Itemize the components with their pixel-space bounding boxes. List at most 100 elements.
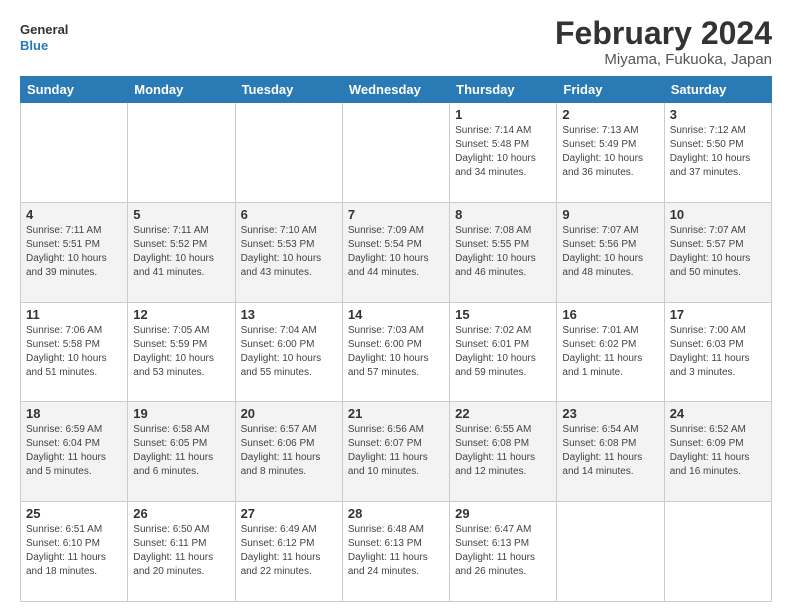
calendar-table: SundayMondayTuesdayWednesdayThursdayFrid…: [20, 76, 772, 602]
calendar-cell: [21, 103, 128, 203]
calendar-cell: 24Sunrise: 6:52 AMSunset: 6:09 PMDayligh…: [664, 402, 771, 502]
logo-svg: General Blue: [20, 16, 70, 60]
day-info: Sunrise: 6:54 AMSunset: 6:08 PMDaylight:…: [562, 423, 658, 479]
calendar-cell: 13 Sunrise: 7:04 AMSunset: 6:00 PMDayligh…: [235, 302, 342, 402]
day-number: 7: [348, 207, 444, 222]
calendar-cell: 2 Sunrise: 7:13 AMSunset: 5:49 PMDaylight…: [557, 103, 664, 203]
calendar-cell: 15 Sunrise: 7:02 AMSunset: 6:01 PMDayligh…: [450, 302, 557, 402]
calendar-cell: 27 Sunrise: 6:49 AMSunset: 6:12 PMDayligh…: [235, 502, 342, 602]
day-info: Sunrise: 6:47 AMSunset: 6:13 PMDaylight:…: [455, 523, 551, 579]
calendar-cell: 1 Sunrise: 7:14 AMSunset: 5:48 PMDaylight…: [450, 103, 557, 203]
calendar-cell: 22 Sunrise: 6:55 AMSunset: 6:08 PMDayligh…: [450, 402, 557, 502]
day-info: Sunrise: 7:00 AMSunset: 6:03 PMDaylight:…: [670, 324, 766, 380]
day-info: Sunrise: 6:50 AMSunset: 6:11 PMDaylight:…: [133, 523, 229, 579]
day-number: 23: [562, 406, 658, 421]
day-info: Sunrise: 7:01 AMSunset: 6:02 PMDaylight:…: [562, 324, 658, 380]
day-number: 11: [26, 307, 122, 322]
day-number: 14: [348, 307, 444, 322]
day-number: 18: [26, 406, 122, 421]
day-info: Sunrise: 7:11 AMSunset: 5:51 PMDaylight:…: [26, 224, 122, 280]
day-number: 20: [241, 406, 337, 421]
day-info: Sunrise: 7:06 AMSunset: 5:58 PMDaylight:…: [26, 324, 122, 380]
weekday-header: Monday: [128, 77, 235, 103]
calendar-cell: [664, 502, 771, 602]
calendar-cell: 3Sunrise: 7:12 AMSunset: 5:50 PMDaylight…: [664, 103, 771, 203]
day-info: Sunrise: 7:13 AMSunset: 5:49 PMDaylight:…: [562, 124, 658, 180]
weekday-header: Thursday: [450, 77, 557, 103]
title-block: February 2024 Miyama, Fukuoka, Japan: [555, 16, 772, 68]
calendar-cell: 5 Sunrise: 7:11 AMSunset: 5:52 PMDaylight…: [128, 202, 235, 302]
day-number: 15: [455, 307, 551, 322]
day-info: Sunrise: 6:51 AMSunset: 6:10 PMDaylight:…: [26, 523, 122, 579]
day-info: Sunrise: 7:11 AMSunset: 5:52 PMDaylight:…: [133, 224, 229, 280]
weekday-header-row: SundayMondayTuesdayWednesdayThursdayFrid…: [21, 77, 772, 103]
day-number: 5: [133, 207, 229, 222]
day-number: 12: [133, 307, 229, 322]
calendar-cell: [557, 502, 664, 602]
calendar-cell: 10 Sunrise: 7:07 AMSunset: 5:57 PMDayligh…: [664, 202, 771, 302]
calendar-week-row: 4 Sunrise: 7:11 AMSunset: 5:51 PMDaylight…: [21, 202, 772, 302]
day-info: Sunrise: 7:14 AMSunset: 5:48 PMDaylight:…: [455, 124, 551, 180]
day-info: Sunrise: 7:09 AMSunset: 5:54 PMDaylight:…: [348, 224, 444, 280]
day-info: Sunrise: 6:49 AMSunset: 6:12 PMDaylight:…: [241, 523, 337, 579]
day-number: 2: [562, 107, 658, 122]
calendar-cell: [235, 103, 342, 203]
day-info: Sunrise: 6:56 AMSunset: 6:07 PMDaylight:…: [348, 423, 444, 479]
calendar-week-row: 25 Sunrise: 6:51 AMSunset: 6:10 PMDayligh…: [21, 502, 772, 602]
day-info: Sunrise: 7:07 AMSunset: 5:57 PMDaylight:…: [670, 224, 766, 280]
calendar-cell: 14 Sunrise: 7:03 AMSunset: 6:00 PMDayligh…: [342, 302, 449, 402]
day-number: 4: [26, 207, 122, 222]
day-number: 25: [26, 506, 122, 521]
day-info: Sunrise: 7:03 AMSunset: 6:00 PMDaylight:…: [348, 324, 444, 380]
weekday-header: Tuesday: [235, 77, 342, 103]
day-number: 10: [670, 207, 766, 222]
calendar-cell: 8Sunrise: 7:08 AMSunset: 5:55 PMDaylight…: [450, 202, 557, 302]
day-info: Sunrise: 6:59 AMSunset: 6:04 PMDaylight:…: [26, 423, 122, 479]
day-number: 19: [133, 406, 229, 421]
calendar-cell: 12 Sunrise: 7:05 AMSunset: 5:59 PMDayligh…: [128, 302, 235, 402]
day-number: 26: [133, 506, 229, 521]
header: General Blue February 2024 Miyama, Fukuo…: [20, 16, 772, 68]
calendar-cell: 11 Sunrise: 7:06 AMSunset: 5:58 PMDayligh…: [21, 302, 128, 402]
calendar-week-row: 18 Sunrise: 6:59 AMSunset: 6:04 PMDayligh…: [21, 402, 772, 502]
calendar-week-row: 11 Sunrise: 7:06 AMSunset: 5:58 PMDayligh…: [21, 302, 772, 402]
weekday-header: Wednesday: [342, 77, 449, 103]
day-info: Sunrise: 7:12 AMSunset: 5:50 PMDaylight:…: [670, 124, 766, 180]
calendar-cell: 25 Sunrise: 6:51 AMSunset: 6:10 PMDayligh…: [21, 502, 128, 602]
day-info: Sunrise: 6:48 AMSunset: 6:13 PMDaylight:…: [348, 523, 444, 579]
svg-text:Blue: Blue: [20, 38, 48, 53]
day-info: Sunrise: 6:55 AMSunset: 6:08 PMDaylight:…: [455, 423, 551, 479]
day-info: Sunrise: 6:58 AMSunset: 6:05 PMDaylight:…: [133, 423, 229, 479]
day-info: Sunrise: 7:02 AMSunset: 6:01 PMDaylight:…: [455, 324, 551, 380]
subtitle: Miyama, Fukuoka, Japan: [555, 51, 772, 68]
day-number: 6: [241, 207, 337, 222]
day-info: Sunrise: 6:57 AMSunset: 6:06 PMDaylight:…: [241, 423, 337, 479]
day-info: Sunrise: 7:07 AMSunset: 5:56 PMDaylight:…: [562, 224, 658, 280]
day-number: 16: [562, 307, 658, 322]
calendar-cell: [342, 103, 449, 203]
calendar-cell: 9 Sunrise: 7:07 AMSunset: 5:56 PMDaylight…: [557, 202, 664, 302]
calendar-cell: 4 Sunrise: 7:11 AMSunset: 5:51 PMDaylight…: [21, 202, 128, 302]
day-number: 1: [455, 107, 551, 122]
day-info: Sunrise: 7:04 AMSunset: 6:00 PMDaylight:…: [241, 324, 337, 380]
day-number: 22: [455, 406, 551, 421]
calendar-cell: 18 Sunrise: 6:59 AMSunset: 6:04 PMDayligh…: [21, 402, 128, 502]
day-number: 13: [241, 307, 337, 322]
calendar-week-row: 1 Sunrise: 7:14 AMSunset: 5:48 PMDaylight…: [21, 103, 772, 203]
day-number: 17: [670, 307, 766, 322]
day-number: 9: [562, 207, 658, 222]
calendar-cell: 16 Sunrise: 7:01 AMSunset: 6:02 PMDayligh…: [557, 302, 664, 402]
day-info: Sunrise: 6:52 AMSunset: 6:09 PMDaylight:…: [670, 423, 766, 479]
logo: General Blue: [20, 16, 70, 60]
calendar-cell: 23 Sunrise: 6:54 AMSunset: 6:08 PMDayligh…: [557, 402, 664, 502]
calendar-cell: 20 Sunrise: 6:57 AMSunset: 6:06 PMDayligh…: [235, 402, 342, 502]
calendar-cell: 17 Sunrise: 7:00 AMSunset: 6:03 PMDayligh…: [664, 302, 771, 402]
calendar-cell: 6Sunrise: 7:10 AMSunset: 5:53 PMDaylight…: [235, 202, 342, 302]
main-title: February 2024: [555, 16, 772, 51]
day-number: 27: [241, 506, 337, 521]
weekday-header: Sunday: [21, 77, 128, 103]
day-number: 28: [348, 506, 444, 521]
day-info: Sunrise: 7:05 AMSunset: 5:59 PMDaylight:…: [133, 324, 229, 380]
page: General Blue February 2024 Miyama, Fukuo…: [0, 0, 792, 612]
calendar-cell: 21Sunrise: 6:56 AMSunset: 6:07 PMDayligh…: [342, 402, 449, 502]
